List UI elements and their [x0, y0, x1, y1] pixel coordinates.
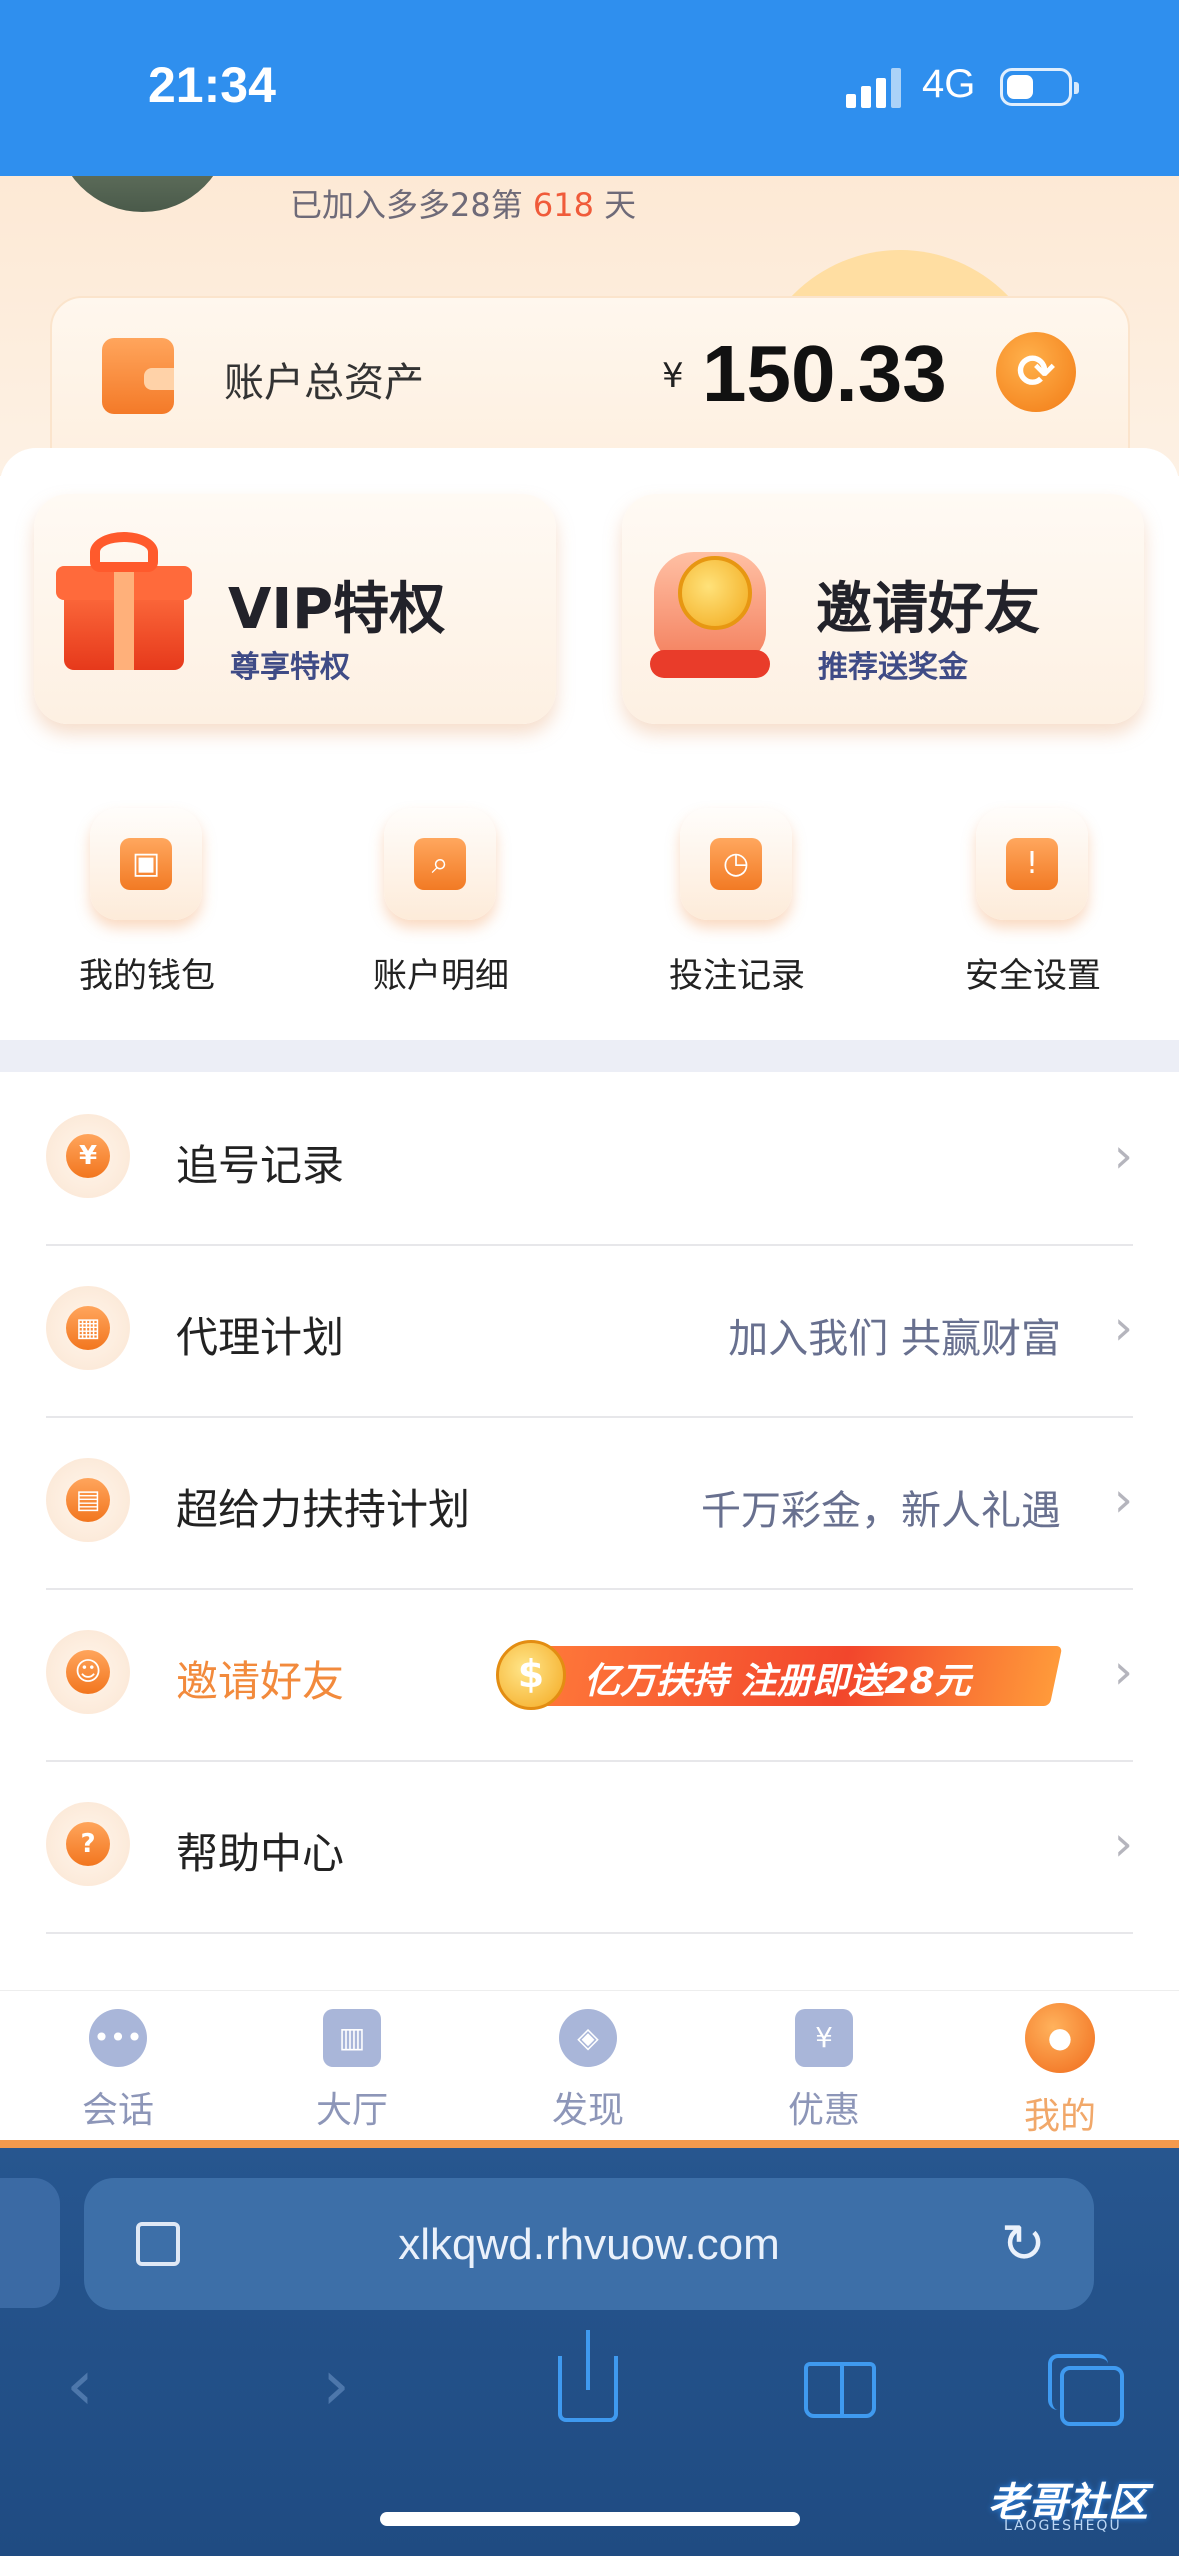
promo-text: 亿万扶持 注册即送28元 [584, 1661, 971, 1702]
joined-days-text: 已加入多多28第 618 天 [290, 186, 637, 224]
home-indicator[interactable] [380, 2512, 800, 2526]
gift-box-icon [56, 532, 192, 672]
quick-action-label: 投注记录 [669, 956, 805, 996]
quick-action-label: 安全设置 [965, 956, 1101, 996]
menu-item-label: 代理计划 [176, 1313, 345, 1362]
vip-privilege-card[interactable]: VIP特权 尊享特权 [34, 494, 556, 724]
wallet-icon: ▣ [120, 838, 172, 890]
compass-icon: ◈ [559, 2009, 617, 2067]
menu-item-hint: 千万彩金，新人礼遇 [701, 1488, 1061, 1534]
chevron-right-icon: › [1113, 1300, 1133, 1356]
watermark-subtext: LAOGESHEQU [1004, 2518, 1122, 2534]
chevron-right-icon: › [1113, 1816, 1133, 1872]
tabs-icon[interactable] [1048, 2354, 1124, 2426]
section-divider [0, 1040, 1179, 1072]
qr-code-icon: ▦ [46, 1286, 130, 1370]
menu-item-agent-plan[interactable]: ▦ 代理计划 加入我们 共赢财富 › [46, 1246, 1133, 1418]
promo-banner[interactable]: $ 亿万扶持 注册即送28元 [496, 1640, 1063, 1710]
menu-item-hint: 加入我们 共赢财富 [728, 1316, 1061, 1362]
previous-tab-preview[interactable] [0, 2178, 60, 2308]
tab-label: 优惠 [787, 2090, 860, 2131]
tab-label: 发现 [551, 2090, 624, 2131]
user-icon: ☺ [46, 1630, 130, 1714]
chevron-right-icon: › [1113, 1472, 1133, 1528]
quick-action-label: 账户明细 [373, 956, 509, 996]
bet-record-icon: ◷ [710, 838, 762, 890]
battery-icon [1000, 68, 1079, 106]
statement-search-icon: ⌕ [414, 838, 466, 890]
menu-item-label: 追号记录 [176, 1141, 345, 1190]
menu-item-help-center[interactable]: ? 帮助中心 › [46, 1762, 1133, 1934]
tab-label: 会话 [81, 2090, 154, 2131]
tabbar-accent-line [0, 2140, 1179, 2148]
tab-label: 我的 [1023, 2096, 1096, 2137]
vip-title: VIP特权 [228, 577, 446, 642]
tab-mine[interactable]: ● 我的 [960, 2003, 1160, 2139]
yen-tag-icon: ¥ [46, 1114, 130, 1198]
menu-item-label: 帮助中心 [176, 1829, 345, 1878]
status-bar: 21:34 4G [0, 0, 1179, 176]
bottom-tab-bar: ••• 会话 ▥ 大厅 ◈ 发现 ¥ 优惠 ● 我的 [0, 1990, 1179, 2140]
refresh-icon: ⟳ [1016, 344, 1056, 398]
share-icon[interactable] [558, 2330, 618, 2422]
menu-item-support-plan[interactable]: ▤ 超给力扶持计划 千万彩金，新人礼遇 › [46, 1418, 1133, 1590]
url-text: xlkqwd.rhvuow.com [398, 2220, 780, 2269]
tab-chat[interactable]: ••• 会话 [18, 2009, 218, 2139]
chat-icon: ••• [89, 2009, 147, 2067]
invite-subtitle: 推荐送奖金 [818, 650, 968, 685]
chevron-right-icon: › [1113, 1128, 1133, 1184]
cellular-signal-icon [846, 68, 902, 108]
total-assets-value: 150.33 [702, 329, 947, 418]
currency-symbol: ¥ [662, 356, 684, 396]
address-bar[interactable]: xlkqwd.rhvuow.com ↻ [84, 2178, 1094, 2310]
help-icon: ? [46, 1802, 130, 1886]
quick-action-statement[interactable]: ⌕ 账户明细 [336, 808, 536, 1008]
watermark-logo: 老哥社区 LAOGESHEQU [948, 2470, 1168, 2540]
invite-friends-card[interactable]: 邀请好友 推荐送奖金 [622, 494, 1144, 724]
forward-button[interactable]: › [322, 2344, 350, 2426]
tab-label: 大厅 [315, 2090, 388, 2131]
vip-subtitle: 尊享特权 [230, 650, 350, 685]
refresh-balance-button[interactable]: ⟳ [996, 332, 1076, 412]
status-time: 21:34 [148, 57, 276, 113]
menu-item-invite-friends[interactable]: ☺ 邀请好友 $ 亿万扶持 注册即送28元 › [46, 1590, 1133, 1762]
invite-title: 邀请好友 [816, 577, 1040, 642]
menu-item-label: 邀请好友 [176, 1657, 345, 1706]
shield-icon: ! [1006, 838, 1058, 890]
menu-item-label: 超给力扶持计划 [176, 1485, 471, 1534]
main-panel: VIP特权 尊享特权 邀请好友 推荐送奖金 ▣ 我的钱包 ⌕ 账户明细 ◷ 投注… [0, 448, 1179, 1038]
tab-offers[interactable]: ¥ 优惠 [724, 2009, 924, 2139]
tab-discover[interactable]: ◈ 发现 [488, 2009, 688, 2139]
quick-action-label: 我的钱包 [79, 956, 215, 996]
bank-icon: ▥ [323, 2009, 381, 2067]
back-button[interactable]: ‹ [66, 2344, 94, 2426]
quick-action-bet-records[interactable]: ◷ 投注记录 [632, 808, 832, 1008]
network-type: 4G [922, 62, 976, 106]
chevron-right-icon: › [1113, 1644, 1133, 1700]
coupon-icon: ¥ [795, 2009, 853, 2067]
profile-icon: ● [1025, 2003, 1095, 2073]
coin-hand-icon [648, 522, 778, 682]
menu-item-chase-records[interactable]: ¥ 追号记录 › [46, 1074, 1133, 1246]
joined-days-count: 618 [532, 186, 594, 224]
total-assets-label: 账户总资产 [224, 360, 424, 406]
wallet-icon [102, 338, 174, 414]
coin-icon: $ [496, 1640, 566, 1710]
quick-action-wallet[interactable]: ▣ 我的钱包 [42, 808, 242, 1008]
quick-action-security[interactable]: ! 安全设置 [928, 808, 1128, 1008]
bookmarks-icon[interactable] [804, 2362, 876, 2418]
reload-icon[interactable]: ↻ [1001, 2212, 1046, 2275]
gift-icon: ▤ [46, 1458, 130, 1542]
tab-lobby[interactable]: ▥ 大厅 [252, 2009, 452, 2139]
